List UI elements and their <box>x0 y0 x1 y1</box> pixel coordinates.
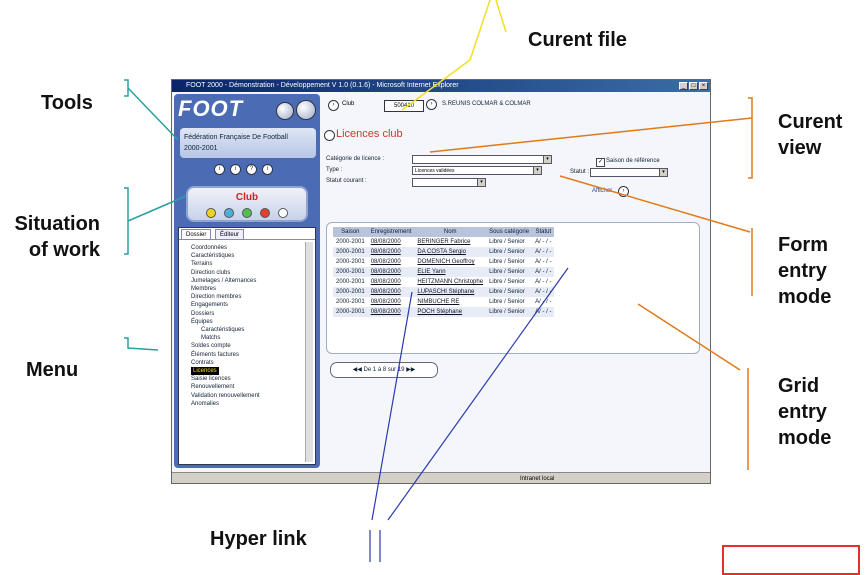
line-view <box>429 117 753 153</box>
line-file-1 <box>495 0 507 33</box>
line-file-2 <box>469 0 491 61</box>
line-form <box>559 175 751 233</box>
line-menu <box>124 337 159 351</box>
line-link-1 <box>371 291 413 521</box>
bracket-situation <box>124 187 129 255</box>
callout-lines <box>124 0 753 562</box>
line-situation <box>127 195 187 222</box>
line-link-2 <box>387 267 569 521</box>
line-tools <box>127 87 179 141</box>
line-grid <box>637 303 741 371</box>
bracket-view <box>748 97 753 179</box>
line-file-3 <box>401 59 471 111</box>
bracket-tools <box>124 79 129 97</box>
